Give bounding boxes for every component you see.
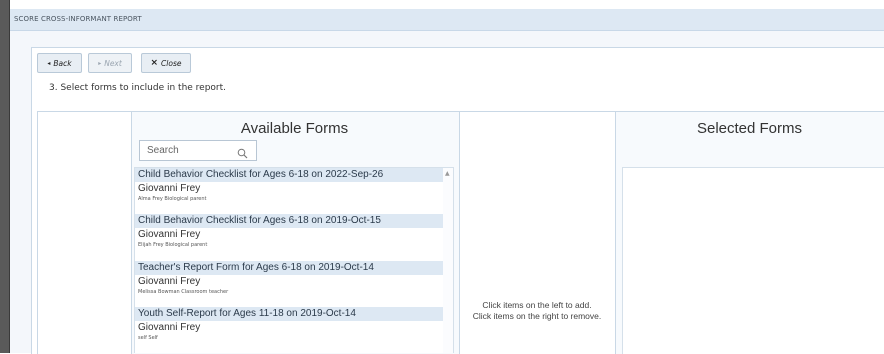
list-scrollbar[interactable]: ▲ bbox=[443, 168, 453, 353]
subject-name: Giovanni Frey bbox=[138, 229, 201, 240]
close-button[interactable]: × Close bbox=[141, 53, 191, 73]
title-bar: SCORE CROSS-INFORMANT REPORT bbox=[10, 9, 884, 31]
form-title: Child Behavior Checklist for Ages 6-18 o… bbox=[135, 214, 445, 228]
informant-label: Melissa Bowman Classroom teacher bbox=[138, 289, 229, 295]
available-forms-list: Child Behavior Checklist for Ages 6-18 o… bbox=[134, 167, 454, 353]
informant-label: self Self bbox=[138, 335, 158, 341]
form-title: Teacher's Report Form for Ages 6-18 on 2… bbox=[135, 261, 445, 275]
hint-add: Click items on the left to add. bbox=[482, 300, 592, 310]
informant-label: Alma Frey Biological parent bbox=[138, 196, 207, 202]
search-input[interactable]: Search bbox=[139, 140, 257, 161]
scroll-up-icon[interactable]: ▲ bbox=[445, 170, 450, 177]
next-arrow-icon: ▸ bbox=[98, 59, 102, 67]
list-item[interactable]: Child Behavior Checklist for Ages 6-18 o… bbox=[135, 214, 445, 248]
selected-forms-list bbox=[622, 167, 884, 354]
form-title: Child Behavior Checklist for Ages 6-18 o… bbox=[135, 168, 445, 182]
subject-name: Giovanni Frey bbox=[138, 322, 201, 333]
available-forms-title: Available Forms bbox=[240, 120, 349, 137]
back-button[interactable]: ◂ Back bbox=[37, 53, 82, 73]
informant-label: Elijah Frey Biological parent bbox=[138, 242, 208, 248]
back-button-label: Back bbox=[53, 58, 72, 68]
instructions-hint: Click items on the left to add. Click it… bbox=[458, 300, 616, 322]
search-icon bbox=[237, 144, 248, 163]
back-arrow-icon: ◂ bbox=[47, 59, 51, 67]
search-placeholder: Search bbox=[147, 145, 179, 156]
left-window-edge bbox=[0, 0, 10, 353]
hint-remove: Click items on the right to remove. bbox=[472, 311, 602, 321]
step-instruction: 3. Select forms to include in the report… bbox=[49, 83, 227, 93]
subject-name: Giovanni Frey bbox=[138, 276, 201, 287]
selected-forms-title: Selected Forms bbox=[696, 120, 803, 137]
form-title: Youth Self-Report for Ages 11-18 on 2019… bbox=[135, 307, 445, 321]
close-icon: × bbox=[150, 58, 159, 68]
list-item[interactable]: Child Behavior Checklist for Ages 6-18 o… bbox=[135, 168, 445, 202]
next-button-label: Next bbox=[104, 58, 122, 68]
list-item[interactable]: Youth Self-Report for Ages 11-18 on 2019… bbox=[135, 307, 445, 341]
next-button[interactable]: ▸ Next bbox=[88, 53, 132, 73]
close-button-label: Close bbox=[161, 58, 182, 68]
subject-name: Giovanni Frey bbox=[138, 183, 201, 194]
window-title: SCORE CROSS-INFORMANT REPORT bbox=[14, 15, 142, 23]
list-item[interactable]: Teacher's Report Form for Ages 6-18 on 2… bbox=[135, 261, 445, 295]
